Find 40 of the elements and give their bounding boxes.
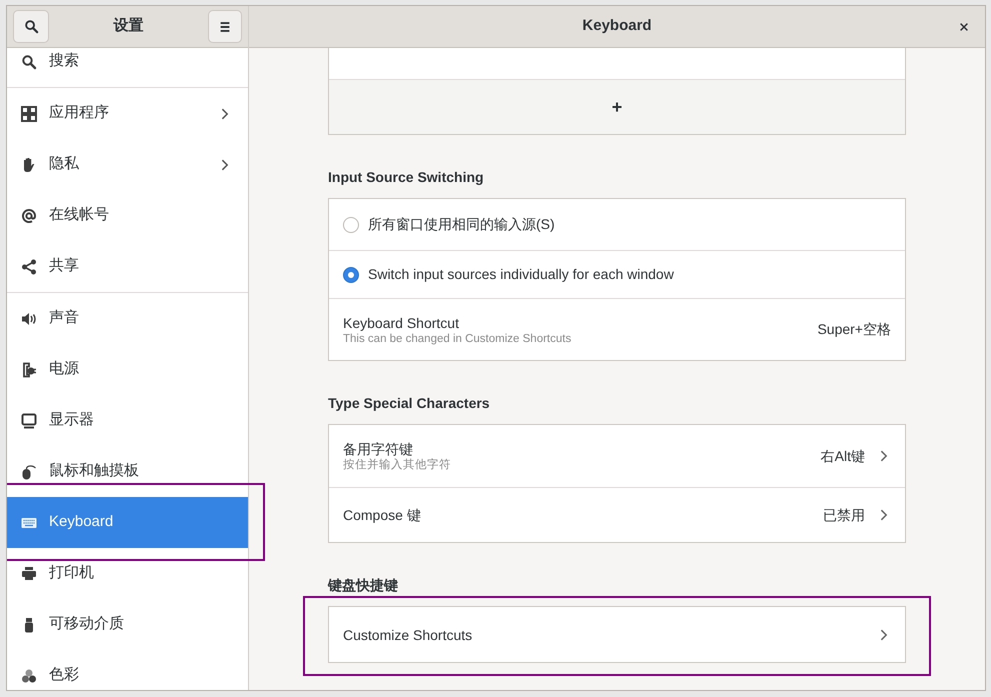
row-label: 备用字符键 [343,440,414,458]
window-title: Keyboard [582,16,652,36]
sidebar-title: 设置 [114,16,144,36]
battery-plug-icon [21,362,37,378]
printer-icon [21,566,37,582]
hand-icon [21,156,37,172]
radio-button[interactable] [343,216,359,232]
sidebar-item[interactable]: Keyboard [7,497,248,548]
row-label: Keyboard Shortcut [343,314,460,332]
radio-option[interactable]: Switch input sources individually for each window [329,250,905,298]
monitor-icon [21,412,37,428]
add-input-source-button[interactable]: + [329,80,905,134]
search-icon [21,54,37,70]
menu-icon [218,20,232,34]
row-value: Super+空格 [817,320,891,339]
row-value: 右Alt键 [820,446,865,466]
search-icon [24,19,38,34]
section-heading: Input Source Switching [328,169,485,185]
settings-row[interactable]: Customize Shortcuts [329,607,905,662]
section-heading: 键盘快捷键 [328,577,399,593]
section-heading: Type Special Characters [328,395,491,411]
row-label: Customize Shortcuts [343,626,474,644]
row-value: 已禁用 [823,506,865,524]
mouse-icon [21,464,37,480]
share-icon [21,258,37,274]
speaker-icon [21,310,37,326]
color-circles-icon [21,668,37,684]
settings-row[interactable]: 备用字符键 按住并输入其他字符 右Alt键 [329,425,905,487]
close-icon [958,21,970,33]
at-icon [21,208,37,224]
row-subtitle: 按住并输入其他字符 [343,458,452,472]
settings-row[interactable]: Compose 键 已禁用 [329,487,905,542]
row-label: Compose 键 [343,506,422,524]
settings-row[interactable]: Keyboard Shortcut This can be changed in Customize Shortcuts Super+空格 [329,298,905,360]
radio-option[interactable]: 所有窗口使用相同的输入源(S) [329,199,905,250]
row-subtitle: This can be changed in Customize Shortcuts [343,332,572,346]
radio-button[interactable] [343,266,359,282]
grid-icon [21,106,37,122]
menu-button[interactable] [208,10,242,43]
search-button[interactable] [13,10,49,43]
